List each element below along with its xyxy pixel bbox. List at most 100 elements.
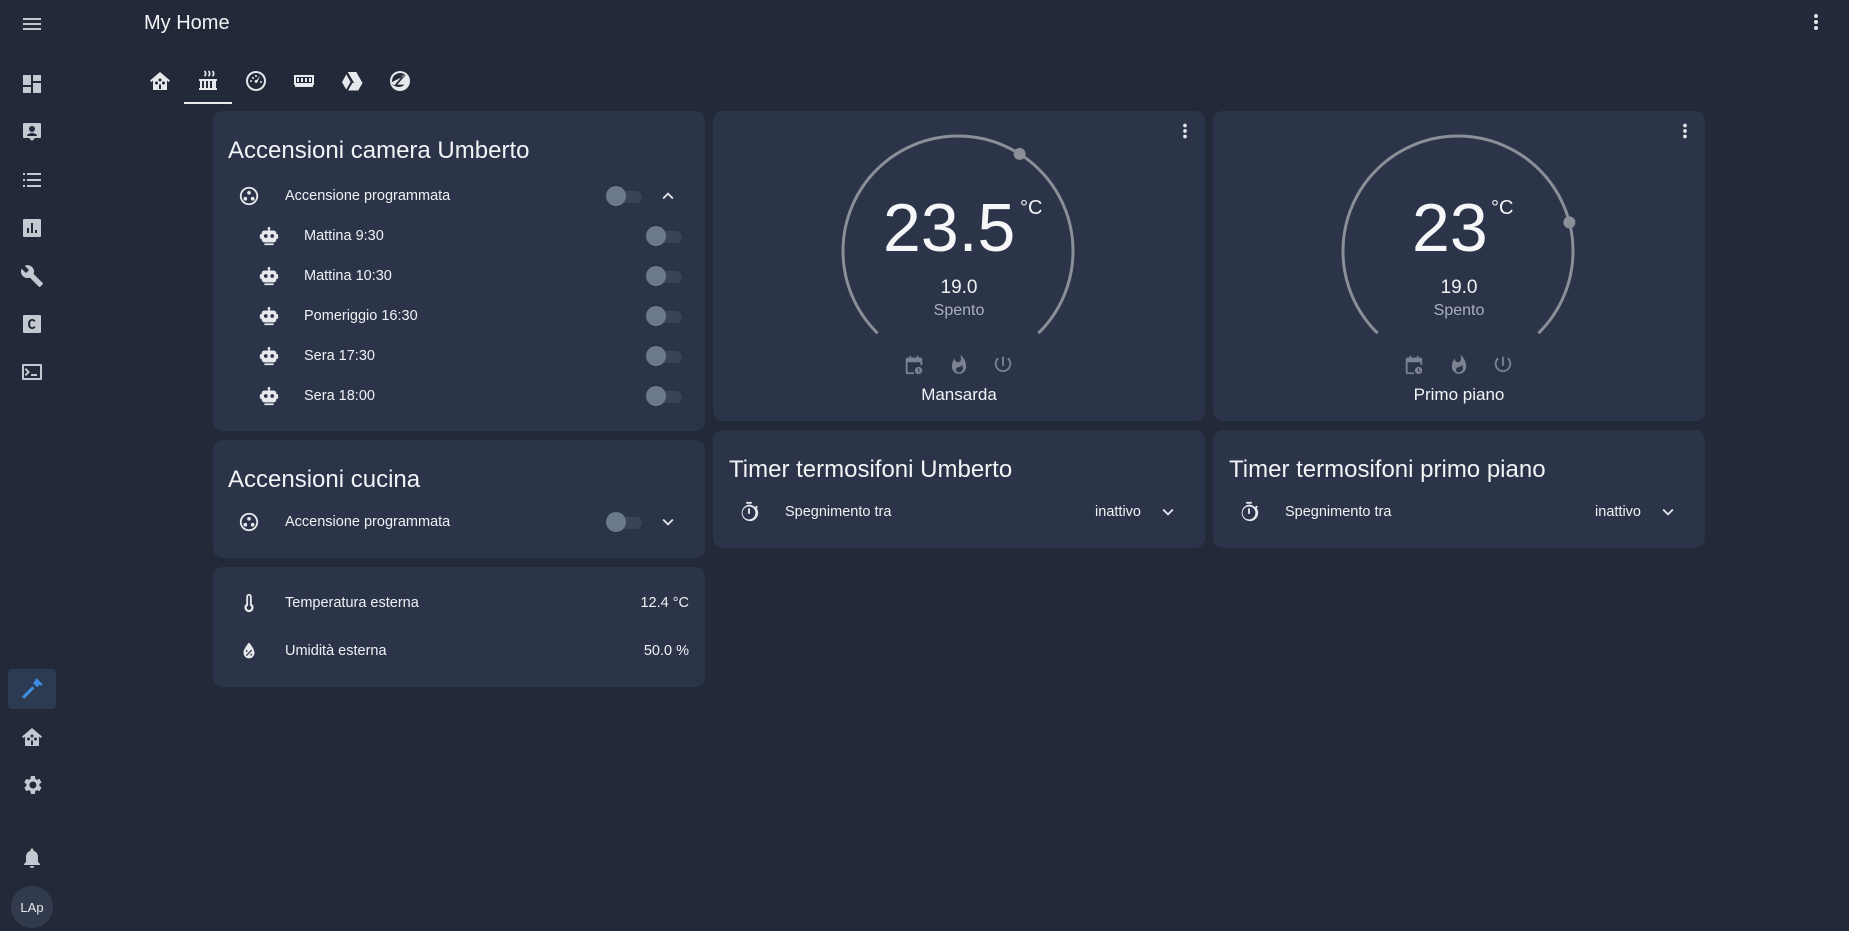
power-icon xyxy=(992,354,1014,376)
thermostat-name: Mansarda xyxy=(921,385,997,404)
sensor-label: Umidità esterna xyxy=(285,643,387,659)
notifications-icon xyxy=(20,846,44,870)
dial-handle xyxy=(1563,216,1576,229)
terminal-icon xyxy=(20,360,44,384)
list-item: Sera 17:30 xyxy=(213,338,705,374)
item-label: Pomeriggio 16:30 xyxy=(304,308,418,324)
timer-label: Spegnimento tra xyxy=(785,504,892,520)
sidebar-item-code[interactable] xyxy=(8,304,56,344)
tab-heating[interactable] xyxy=(184,58,232,104)
sidebar: LAp xyxy=(0,0,64,931)
dots-vertical-icon xyxy=(1674,120,1696,142)
item-toggle[interactable] xyxy=(646,266,682,286)
menu-icon xyxy=(20,12,44,36)
sidebar-item-overview[interactable] xyxy=(8,64,56,104)
sidebar-item-notifications[interactable] xyxy=(8,838,56,878)
menu-button[interactable] xyxy=(8,4,56,44)
thermostat-card-primo-piano: 23 °C 19.0 Spento Primo piano xyxy=(1213,111,1705,421)
history-icon xyxy=(20,216,44,240)
mode-heat-button[interactable] xyxy=(1445,351,1473,379)
timer-label: Spegnimento tra xyxy=(1285,504,1392,520)
robot-icon xyxy=(257,384,281,408)
tab-energy[interactable] xyxy=(232,58,280,104)
timer-select-value[interactable]: inattivo xyxy=(1095,504,1141,520)
item-toggle[interactable] xyxy=(646,226,682,246)
hvac-state: Spento xyxy=(1433,302,1485,319)
robot-icon xyxy=(257,344,281,368)
overview-icon xyxy=(20,72,44,96)
automation-icon xyxy=(237,510,261,534)
dots-vertical-icon xyxy=(1804,10,1828,34)
home-icon xyxy=(148,69,172,93)
item-label: Sera 17:30 xyxy=(304,348,375,364)
card-sensors: Temperatura esterna 12.4 °C Umidità este… xyxy=(213,567,705,687)
collapse-button[interactable] xyxy=(656,184,680,208)
list-item: Mattina 10:30 xyxy=(213,258,705,294)
card-title: Accensioni camera Umberto xyxy=(228,137,530,164)
chevron-down-icon xyxy=(1657,501,1679,523)
card-menu-button[interactable] xyxy=(1673,119,1697,143)
schedule-toggle[interactable] xyxy=(606,512,642,532)
card-title: Accensioni cucina xyxy=(228,466,421,493)
temperature-unit: °C xyxy=(1491,197,1514,219)
drive-icon xyxy=(340,69,364,93)
zigbee-icon xyxy=(388,69,412,93)
tab-home[interactable] xyxy=(136,58,184,104)
sidebar-item-map[interactable] xyxy=(8,112,56,152)
chevron-down-icon xyxy=(657,511,679,533)
sidebar-item-developer-tools[interactable] xyxy=(8,669,56,709)
schedule-toggle[interactable] xyxy=(606,186,642,206)
tab-drive[interactable] xyxy=(328,58,376,104)
thermometer-icon xyxy=(237,591,261,615)
card-cucina-schedule: Accensioni cucina Accensione programmata xyxy=(213,440,705,558)
hammer-icon xyxy=(20,677,44,701)
sidebar-item-tools[interactable] xyxy=(8,256,56,296)
page-title: My Home xyxy=(144,12,230,34)
dial-handle xyxy=(1013,147,1026,160)
view-tabs xyxy=(136,58,424,104)
sidebar-item-logbook[interactable] xyxy=(8,160,56,200)
list-item: Sera 18:00 xyxy=(213,378,705,414)
sidebar-item-history[interactable] xyxy=(8,208,56,248)
chevron-up-icon xyxy=(657,185,679,207)
sensor-row-humidity[interactable]: Umidità esterna 50.0 % xyxy=(213,633,705,669)
sidebar-item-terminal[interactable] xyxy=(8,352,56,392)
timer-row: Spegnimento tra inattivo xyxy=(1213,494,1705,530)
expand-button[interactable] xyxy=(656,510,680,534)
mode-heat-button[interactable] xyxy=(945,351,973,379)
tab-system[interactable] xyxy=(280,58,328,104)
timer-dropdown-button[interactable] xyxy=(1156,500,1180,524)
overflow-menu-button[interactable] xyxy=(1804,10,1828,34)
item-toggle[interactable] xyxy=(646,346,682,366)
hvac-state: Spento xyxy=(933,302,985,319)
card-title: Timer termosifoni Umberto xyxy=(729,456,1013,483)
automation-icon xyxy=(237,184,261,208)
water-percent-icon xyxy=(237,639,261,663)
item-toggle[interactable] xyxy=(646,306,682,326)
mode-off-button[interactable] xyxy=(989,351,1017,379)
item-toggle[interactable] xyxy=(646,386,682,406)
robot-icon xyxy=(257,304,281,328)
timer-card-umberto: Timer termosifoni Umberto Spegnimento tr… xyxy=(713,430,1205,548)
list-item: Mattina 9:30 xyxy=(213,218,705,254)
sidebar-item-settings[interactable] xyxy=(8,765,56,805)
mode-auto-button[interactable] xyxy=(900,351,928,379)
tools-icon xyxy=(20,264,44,288)
sensor-row-temperature[interactable]: Temperatura esterna 12.4 °C xyxy=(213,585,705,621)
mode-off-button[interactable] xyxy=(1489,351,1517,379)
item-label: Mattina 10:30 xyxy=(304,268,392,284)
timer-dropdown-button[interactable] xyxy=(1656,500,1680,524)
mode-auto-button[interactable] xyxy=(1400,351,1428,379)
sensor-value: 50.0 % xyxy=(643,643,689,659)
sensor-label: Temperatura esterna xyxy=(285,595,419,611)
card-menu-button[interactable] xyxy=(1173,119,1197,143)
calendar-clock-icon xyxy=(903,354,925,376)
calendar-clock-icon xyxy=(1403,354,1425,376)
robot-icon xyxy=(257,264,281,288)
tab-zigbee[interactable] xyxy=(376,58,424,104)
timer-select-value[interactable]: inattivo xyxy=(1595,504,1641,520)
avatar[interactable]: LAp xyxy=(11,886,53,928)
current-temperature: 23 xyxy=(1412,190,1488,266)
sidebar-item-home[interactable] xyxy=(8,717,56,757)
current-temperature: 23.5 xyxy=(883,190,1016,266)
